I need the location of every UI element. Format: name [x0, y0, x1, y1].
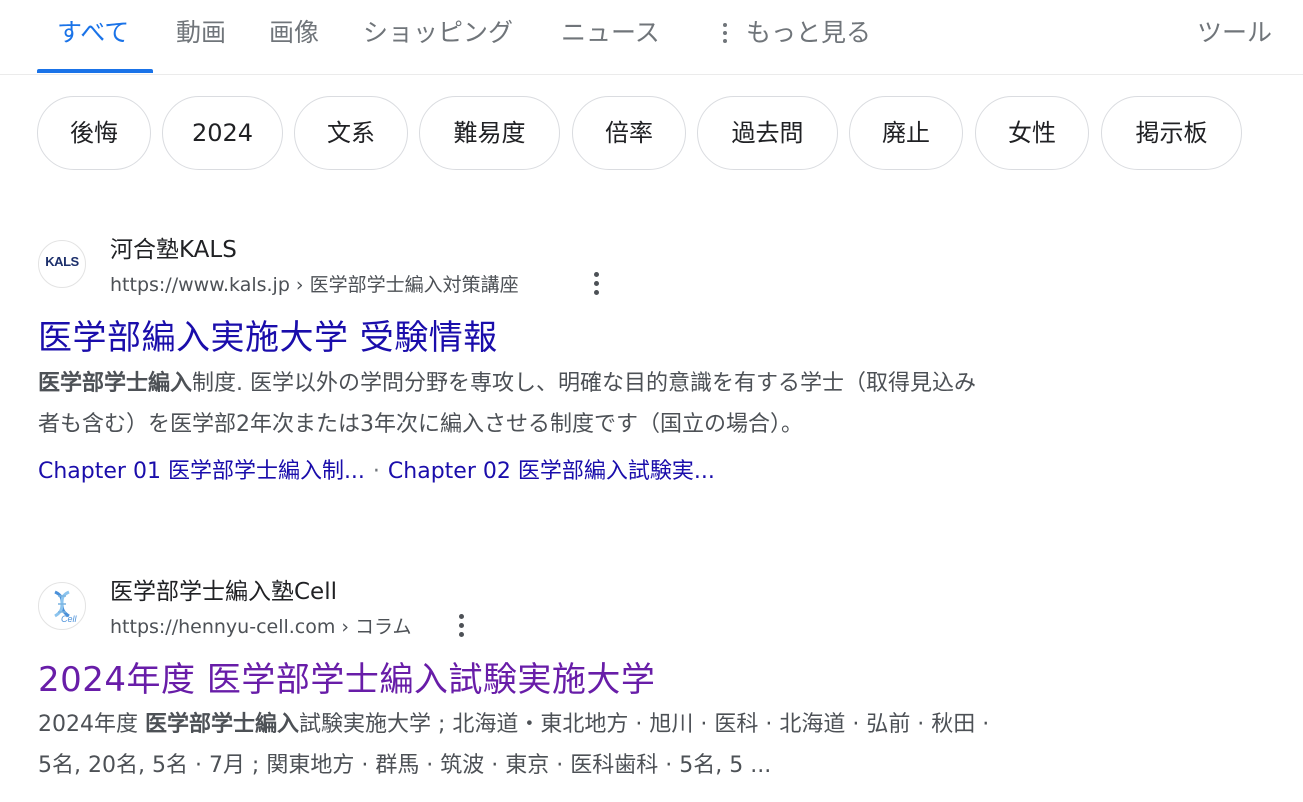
more-vert-icon[interactable] [722, 23, 728, 45]
result-title[interactable]: 医学部編入実施大学 受験情報 [38, 310, 498, 359]
chip-forum[interactable]: 掲示板 [1101, 96, 1242, 170]
chip-regret[interactable]: 後悔 [37, 96, 151, 170]
site-url[interactable]: https://hennyu-cell.com › コラム [110, 612, 411, 639]
kals-logo-icon: KALS [38, 240, 86, 288]
result-snippet: 2024年度 医学部学士編入試験実施大学 ; 北海道・東北地方 · 旭川 · 医… [38, 712, 990, 778]
sitelink-chapter-02[interactable]: Chapter 02 医学部編入試験実... [388, 459, 715, 484]
site-name[interactable]: 医学部学士編入塾Cell [110, 572, 337, 606]
sitelink-separator: · [372, 459, 380, 484]
active-tab-indicator [37, 69, 153, 73]
result-title[interactable]: 2024年度 医学部学士編入試験実施大学 [38, 652, 655, 701]
tab-more[interactable]: もっと見る [746, 13, 871, 53]
tab-shopping[interactable]: ショッピング [363, 13, 513, 53]
chip-past-exams[interactable]: 過去問 [697, 96, 838, 170]
chip-female[interactable]: 女性 [975, 96, 1089, 170]
tools-button[interactable]: ツール [1197, 13, 1272, 53]
chip-difficulty[interactable]: 難易度 [419, 96, 560, 170]
result-snippet: 医学部学士編入制度. 医学以外の学問分野を専攻し、明確な目的意識を有する学士（取… [38, 371, 977, 437]
tab-images[interactable]: 画像 [269, 13, 319, 53]
search-tabs: すべて 動画 画像 ショッピング ニュース もっと見る ツール [0, 0, 1303, 75]
tab-videos[interactable]: 動画 [176, 13, 226, 53]
sitelinks: Chapter 01 医学部学士編入制... · Chapter 02 医学部編入試… [38, 453, 715, 485]
tab-all[interactable]: すべて [57, 13, 129, 53]
more-options-icon[interactable] [594, 272, 600, 296]
tab-news[interactable]: ニュース [561, 13, 660, 53]
chip-ratio[interactable]: 倍率 [572, 96, 686, 170]
site-name[interactable]: 河合塾KALS [110, 230, 237, 264]
chip-2024[interactable]: 2024 [162, 96, 283, 170]
more-options-icon[interactable] [459, 614, 465, 638]
cell-dna-logo-icon: Cell [38, 582, 86, 630]
chip-abolished[interactable]: 廃止 [849, 96, 963, 170]
site-url[interactable]: https://www.kals.jp › 医学部学士編入対策講座 [110, 270, 519, 297]
chip-humanities[interactable]: 文系 [294, 96, 408, 170]
sitelink-chapter-01[interactable]: Chapter 01 医学部学士編入制... [38, 459, 365, 484]
